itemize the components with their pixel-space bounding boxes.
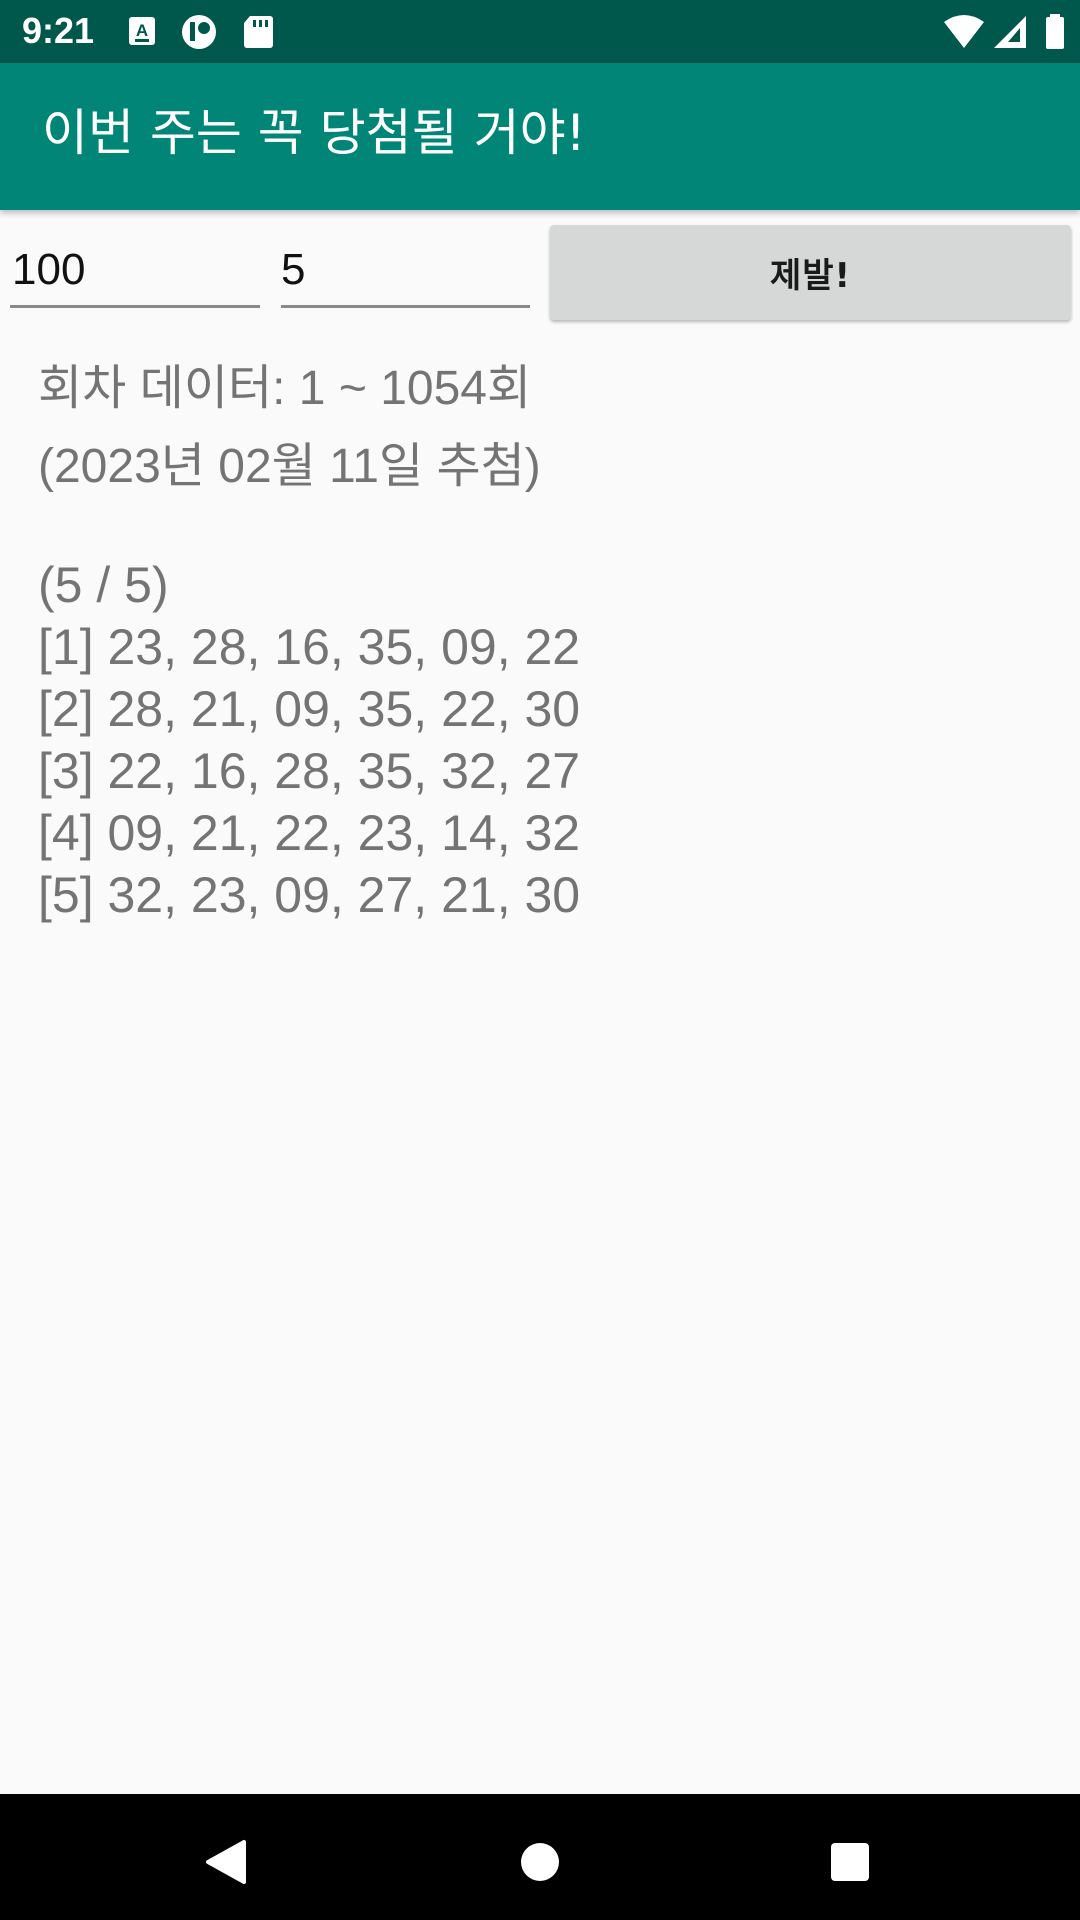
round-range-text: 회차 데이터: 1 ~ 1054회 bbox=[38, 362, 532, 415]
home-icon[interactable] bbox=[512, 1834, 568, 1890]
result-line-3: [3] 22, 16, 28, 35, 32, 27 bbox=[38, 743, 581, 799]
recents-icon[interactable] bbox=[822, 1834, 878, 1890]
result-line-4: [4] 09, 21, 22, 23, 14, 32 bbox=[38, 805, 581, 861]
result-line-5: [5] 32, 23, 09, 27, 21, 30 bbox=[38, 867, 581, 923]
app-bar: 이번 주는 꼭 당첨될 거야! bbox=[0, 63, 1080, 210]
status-bar: 9:21 A bbox=[0, 0, 1080, 63]
record-icon bbox=[182, 15, 216, 49]
nav-bar bbox=[0, 1794, 1080, 1920]
draw-button[interactable]: 제발! bbox=[550, 225, 1071, 320]
result-line-2: [2] 28, 21, 09, 35, 22, 30 bbox=[38, 681, 581, 737]
keyboard-a-icon: A bbox=[129, 17, 155, 45]
back-icon[interactable] bbox=[200, 1834, 256, 1890]
result-count-text: (5 / 5) bbox=[38, 557, 169, 613]
battery-icon bbox=[1046, 14, 1064, 49]
sd-card-icon bbox=[244, 16, 273, 48]
screen: 9:21 A 이번 주는 꼭 당첨될 거야! 100 5 제발! 회차 데이터:… bbox=[0, 0, 1080, 1920]
wifi-icon bbox=[944, 15, 984, 48]
results-text: 회차 데이터: 1 ~ 1054회 (2023년 02월 11일 추첨) (5 … bbox=[38, 350, 580, 926]
svg-text:A: A bbox=[136, 21, 148, 40]
game-count-input[interactable]: 5 bbox=[281, 236, 530, 308]
draw-count-input[interactable]: 100 bbox=[10, 236, 260, 308]
result-line-1: [1] 23, 28, 16, 35, 09, 22 bbox=[38, 619, 581, 675]
cell-signal-icon bbox=[994, 16, 1026, 48]
app-title: 이번 주는 꼭 당첨될 거야! bbox=[42, 104, 586, 162]
draw-date-text: (2023년 02월 11일 추첨) bbox=[38, 440, 541, 493]
status-time: 9:21 bbox=[22, 10, 95, 51]
